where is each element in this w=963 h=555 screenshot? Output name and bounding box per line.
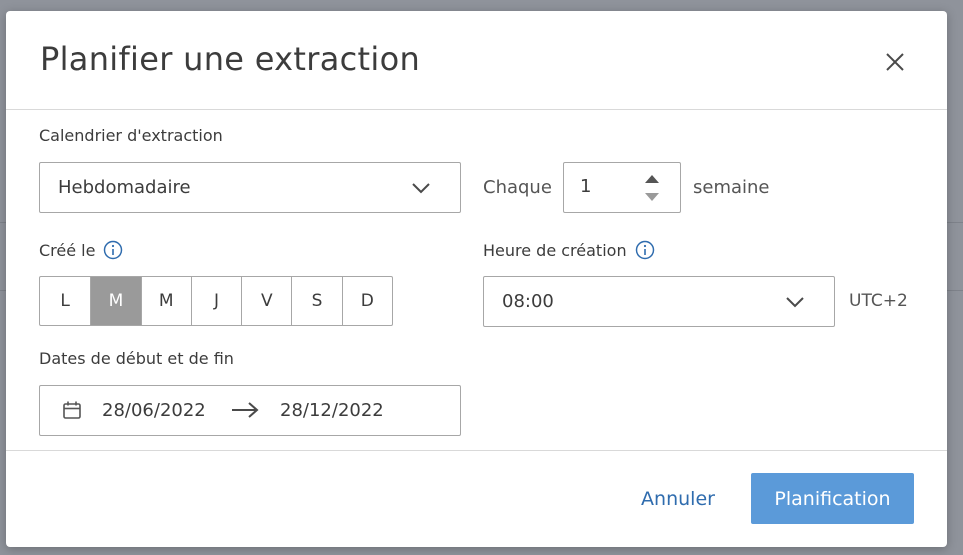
chevron-down-icon (786, 296, 804, 307)
day-sunday[interactable]: D (341, 277, 392, 325)
time-label-text: Heure de création (483, 240, 627, 260)
schedule-button[interactable]: Planification (751, 473, 914, 524)
day-thursday[interactable]: J (190, 277, 241, 325)
calendar-icon (63, 401, 81, 419)
arrow-right-icon (232, 402, 259, 418)
day-tuesday[interactable]: M (90, 277, 141, 325)
time-value: 08:00 (502, 291, 554, 312)
decrement-arrow-icon[interactable] (644, 192, 660, 202)
schedule-label-text: Calendrier d'extraction (39, 126, 223, 145)
close-button[interactable] (880, 47, 910, 77)
info-icon[interactable] (103, 240, 123, 260)
created-label: Créé le (39, 240, 123, 260)
time-label: Heure de création (483, 240, 655, 260)
end-date: 28/12/2022 (280, 400, 384, 421)
day-friday[interactable]: V (241, 277, 291, 325)
dialog-title: Planifier une extraction (40, 40, 421, 78)
schedule-extraction-dialog: Planifier une extraction Calendrier d'ex… (6, 11, 947, 547)
timezone-label: UTC+2 (849, 291, 908, 311)
created-label-text: Créé le (39, 240, 96, 260)
day-monday[interactable]: L (40, 277, 90, 325)
unit-label: semaine (693, 177, 770, 198)
day-saturday[interactable]: S (291, 277, 341, 325)
start-date: 28/06/2022 (102, 400, 206, 421)
weekday-selector: L M M J V S D (39, 276, 393, 326)
dates-label: Dates de début et de fin (39, 349, 234, 368)
info-icon[interactable] (635, 240, 655, 260)
footer-divider (6, 450, 947, 451)
frequency-value: Hebdomadaire (58, 177, 191, 198)
day-wednesday[interactable]: M (140, 277, 191, 325)
time-select[interactable]: 08:00 (483, 276, 835, 327)
every-label: Chaque (483, 177, 552, 198)
cancel-button[interactable]: Annuler (626, 475, 730, 523)
interval-stepper[interactable]: 1 (563, 162, 681, 213)
increment-arrow-icon[interactable] (644, 174, 660, 184)
schedule-label: Calendrier d'extraction (39, 126, 223, 145)
chevron-down-icon (412, 182, 430, 193)
frequency-select[interactable]: Hebdomadaire (39, 162, 461, 213)
date-range-picker[interactable]: 28/06/2022 28/12/2022 (39, 385, 461, 436)
dates-label-text: Dates de début et de fin (39, 349, 234, 368)
interval-value: 1 (580, 176, 592, 197)
close-icon (886, 53, 904, 71)
dialog-header: Planifier une extraction (6, 11, 947, 110)
